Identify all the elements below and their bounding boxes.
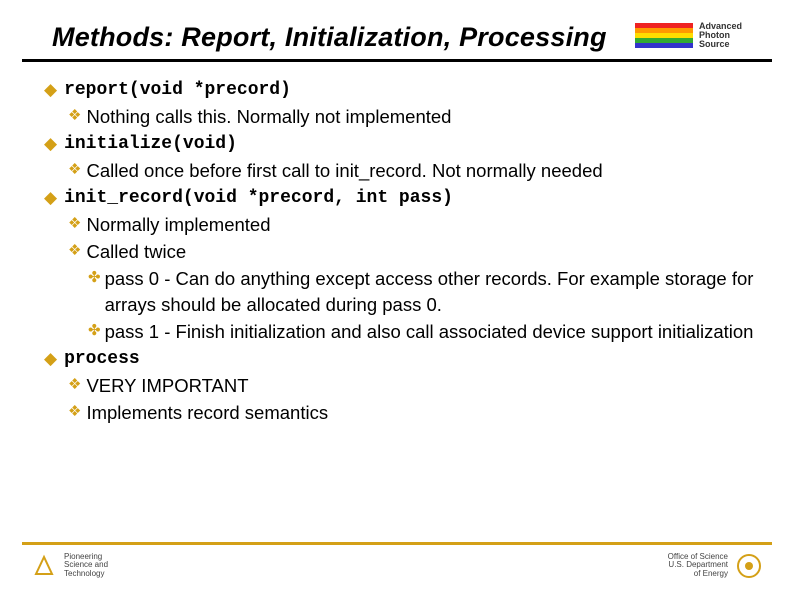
method-name: process: [64, 347, 764, 372]
sub-bullet-text: VERY IMPORTANT: [86, 373, 764, 399]
sub-bullet-item: ❖ Called once before first call to init_…: [68, 158, 764, 184]
diamond-bullet-icon: ◆: [44, 132, 57, 157]
outline-diamond-icon: ❖: [68, 400, 81, 426]
cross-bullet-icon: ✤: [88, 266, 101, 318]
footer-left: Pioneering Science and Technology: [32, 553, 108, 579]
sub-sub-bullet-item: ✤ pass 0 - Can do anything except access…: [88, 266, 764, 318]
slide-header: Methods: Report, Initialization, Process…: [22, 0, 772, 62]
sub-sub-bullet-text: pass 0 - Can do anything except access o…: [105, 266, 764, 318]
outline-diamond-icon: ❖: [68, 104, 81, 130]
footer-right: Office of Science U.S. Department of Ene…: [668, 553, 762, 579]
slide: Methods: Report, Initialization, Process…: [0, 0, 794, 595]
outline-diamond-icon: ❖: [68, 158, 81, 184]
sub-bullet-text: Called twice: [86, 239, 764, 265]
method-name: initialize(void): [64, 132, 764, 157]
method-name: report(void *precord): [64, 78, 764, 103]
diamond-bullet-icon: ◆: [44, 78, 57, 103]
sub-bullet-item: ❖ Nothing calls this. Normally not imple…: [68, 104, 764, 130]
sub-bullet-item: ❖ Called twice: [68, 239, 764, 265]
sub-bullet-item: ❖ Normally implemented: [68, 212, 764, 238]
sub-bullet-item: ❖ VERY IMPORTANT: [68, 373, 764, 399]
outline-diamond-icon: ❖: [68, 373, 81, 399]
slide-content: ◆ report(void *precord) ❖ Nothing calls …: [0, 62, 794, 426]
bullet-item: ◆ report(void *precord): [44, 78, 764, 103]
sub-bullet-text: Normally implemented: [86, 212, 764, 238]
footer-right-text: Office of Science U.S. Department of Ene…: [668, 553, 728, 579]
aps-logo: Advanced Photon Source: [635, 22, 742, 49]
outline-diamond-icon: ❖: [68, 239, 81, 265]
aps-logo-bars: [635, 23, 693, 48]
slide-title: Methods: Report, Initialization, Process…: [52, 22, 607, 53]
sub-bullet-item: ❖ Implements record semantics: [68, 400, 764, 426]
sub-sub-bullet-text: pass 1 - Finish initialization and also …: [105, 319, 764, 345]
footer-left-text: Pioneering Science and Technology: [64, 553, 108, 579]
diamond-bullet-icon: ◆: [44, 347, 57, 372]
sub-bullet-text: Called once before first call to init_re…: [86, 158, 764, 184]
bullet-item: ◆ init_record(void *precord, int pass): [44, 186, 764, 211]
bullet-item: ◆ initialize(void): [44, 132, 764, 157]
aps-logo-text: Advanced Photon Source: [699, 22, 742, 49]
sub-bullet-text: Implements record semantics: [86, 400, 764, 426]
slide-footer: Pioneering Science and Technology Office…: [22, 542, 772, 579]
footer-row: Pioneering Science and Technology Office…: [22, 553, 772, 579]
outline-diamond-icon: ❖: [68, 212, 81, 238]
doe-logo-icon: [736, 553, 762, 579]
sub-bullet-text: Nothing calls this. Normally not impleme…: [86, 104, 764, 130]
bullet-item: ◆ process: [44, 347, 764, 372]
argonne-logo-icon: [32, 554, 56, 578]
diamond-bullet-icon: ◆: [44, 186, 57, 211]
cross-bullet-icon: ✤: [88, 319, 101, 345]
footer-divider: [22, 542, 772, 545]
method-name: init_record(void *precord, int pass): [64, 186, 764, 211]
sub-sub-bullet-item: ✤ pass 1 - Finish initialization and als…: [88, 319, 764, 345]
